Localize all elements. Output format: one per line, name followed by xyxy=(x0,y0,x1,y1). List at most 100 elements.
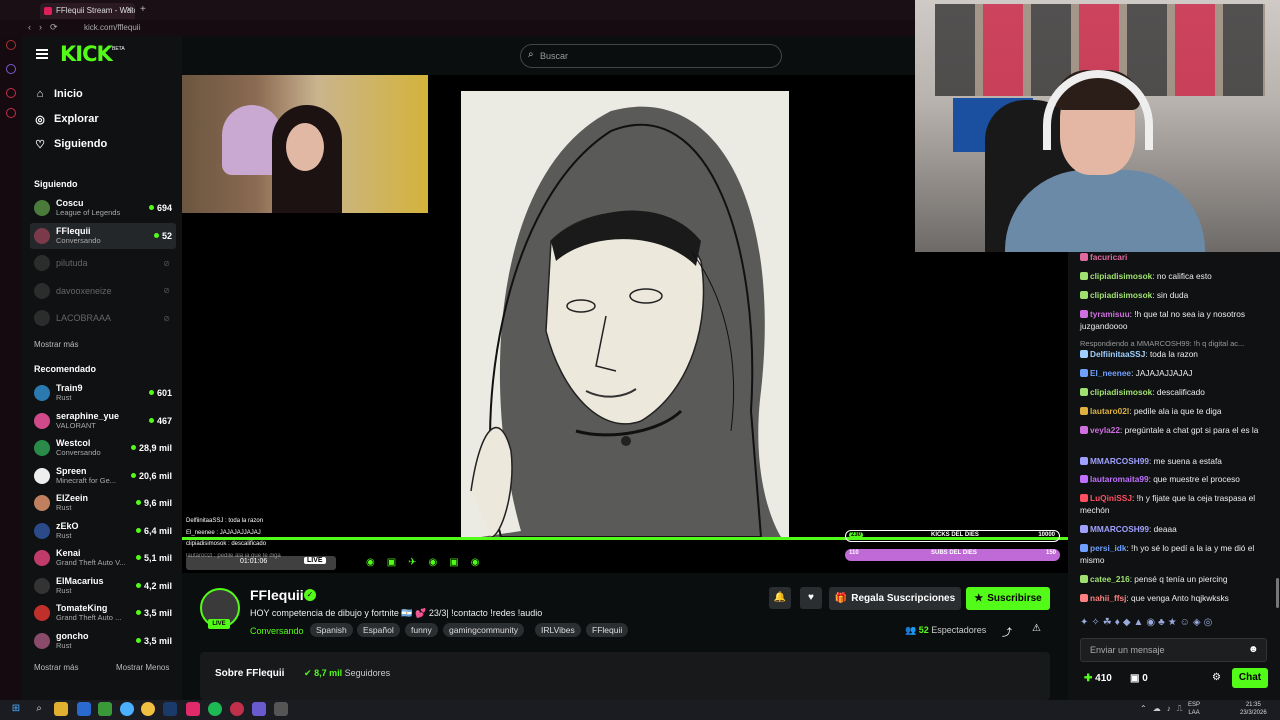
nav-explorar[interactable]: ◎ Explorar xyxy=(34,109,98,129)
chat-username[interactable]: tyramisuu xyxy=(1090,309,1130,319)
sidebar-channel-pilutuda[interactable]: pilutuda ⊘ xyxy=(30,250,176,276)
sidebar-channel-elzeein[interactable]: ElZeein Rust 9,6 mil xyxy=(30,490,176,516)
chat-username[interactable]: clipiadisimosok xyxy=(1090,290,1152,300)
sidebar-channel-coscu[interactable]: Coscu League of Legends 694 xyxy=(30,195,176,221)
points-value: 410 xyxy=(1095,673,1112,684)
sidebar-channel-train9[interactable]: Train9 Rust 601 xyxy=(30,380,176,406)
recommended-show-more[interactable]: Mostrar más xyxy=(34,663,78,672)
gift-count[interactable]: ▣ 0 xyxy=(1130,673,1148,684)
chat-username[interactable]: clipiadisimosok xyxy=(1090,271,1152,281)
sidebar-channel-elmacarius[interactable]: ElMacarius Rust 4,2 mil xyxy=(30,573,176,599)
channel-meta: Coscu League of Legends xyxy=(56,198,149,218)
chat-settings-icon[interactable]: ⚙ xyxy=(1212,672,1221,683)
taskbar-search-icon[interactable]: ⌕ xyxy=(32,702,46,716)
windows-start-icon[interactable]: ⊞ xyxy=(9,702,23,716)
sidebar-channel-kenai[interactable]: Kenai Grand Theft Auto V... 5,1 mil xyxy=(30,545,176,571)
channel-points[interactable]: ✚ 410 xyxy=(1084,673,1112,684)
sidebar-channel-fflequii[interactable]: FFlequii Conversando 52 xyxy=(30,222,176,249)
discord-icon[interactable] xyxy=(252,702,266,716)
nav-inicio[interactable]: ⌂ Inicio xyxy=(34,84,83,104)
nav-inicio-label: Inicio xyxy=(54,88,83,100)
offline-icon: ⊘ xyxy=(163,258,170,268)
chat-username[interactable]: MMARCOSH99 xyxy=(1090,524,1149,534)
new-tab-icon[interactable]: + xyxy=(140,4,146,15)
chat-username[interactable]: lautaro02l xyxy=(1090,406,1129,416)
chat-username[interactable]: MMARCOSH99 xyxy=(1090,456,1149,466)
emote-bar[interactable]: ✦✧☘♦◆▲◉♣★☺◈◎ xyxy=(1080,617,1215,628)
chat-username[interactable]: clipiadisimosok xyxy=(1090,387,1152,397)
browser-tab[interactable]: FFlequii Stream - Watch Li xyxy=(40,3,135,19)
chat-username[interactable]: persi_idk xyxy=(1090,543,1126,553)
kick-logo[interactable]: KICK xyxy=(60,42,113,66)
steam-icon[interactable] xyxy=(163,702,177,716)
system-tray-icons[interactable]: ⌃☁♪⎍ xyxy=(1140,704,1188,714)
chrome-icon[interactable] xyxy=(141,702,155,716)
tag-spanish[interactable]: Spanish xyxy=(310,623,353,637)
rail-shop-icon[interactable] xyxy=(6,40,16,50)
sidebar-channel-zeko[interactable]: zEkO Rust 6,4 mil xyxy=(30,518,176,544)
kicks-goal: 10000 xyxy=(1038,532,1055,538)
taskbar-app-icon[interactable] xyxy=(77,702,91,716)
tiktok-icon[interactable] xyxy=(186,702,200,716)
sidebar-channel-spreen[interactable]: Spreen Minecraft for Ge... 20,6 mil xyxy=(30,463,176,489)
search-input[interactable] xyxy=(540,45,770,67)
chat-username[interactable]: DelfiinitaaSSJ xyxy=(1090,349,1145,359)
edge-icon[interactable] xyxy=(120,702,134,716)
streamer-webcam xyxy=(915,0,1280,252)
chat-input[interactable] xyxy=(1090,640,1240,660)
browser-nav-icons[interactable]: ‹›⟳ xyxy=(28,22,66,33)
user-badge-icon xyxy=(1080,310,1088,318)
keyboard-language[interactable]: ESP LAA xyxy=(1188,701,1200,717)
tab-close-icon[interactable]: ✕ xyxy=(126,5,133,14)
sidebar-channel-seraphine-yue[interactable]: seraphine_yue VALORANT 467 xyxy=(30,408,176,434)
chat-message: lautaromaita99: que muestre el proceso xyxy=(1080,474,1272,486)
sidebar-channel-davooxeneize[interactable]: davooxeneize ⊘ xyxy=(30,278,176,304)
channel-name[interactable]: FFlequii xyxy=(250,587,304,603)
channel-viewer-count: 28,9 mil xyxy=(131,443,172,453)
rail-history-icon[interactable] xyxy=(6,88,16,98)
chat-username[interactable]: nahii_ffsj xyxy=(1090,593,1126,603)
url-field[interactable]: kick.com/fflequii xyxy=(84,23,140,32)
chat-username[interactable]: catee_216 xyxy=(1090,574,1130,584)
tag-irlvibes[interactable]: IRLVibes xyxy=(535,623,581,637)
chat-username[interactable]: El_neenee xyxy=(1090,368,1131,378)
sidebar-channel-lacobraaa[interactable]: LACOBRAAA ⊘ xyxy=(30,305,176,331)
rail-settings-icon[interactable] xyxy=(6,108,16,118)
tag-funny[interactable]: funny xyxy=(405,623,438,637)
sidebar-channel-goncho[interactable]: goncho Rust 3,5 mil xyxy=(30,628,176,654)
minecraft-icon[interactable] xyxy=(98,702,112,716)
chat-username[interactable]: facuricari xyxy=(1090,252,1127,262)
sidebar-channel-tomateking[interactable]: TomateKing Grand Theft Auto ... 3,5 mil xyxy=(30,600,176,626)
chat-username[interactable]: lautaromaita99 xyxy=(1090,474,1149,484)
gift-subs-button[interactable]: 🎁 Regala Suscripciones xyxy=(829,587,961,610)
chat-username[interactable]: LuQiniSSJ xyxy=(1090,493,1132,503)
follow-heart-icon[interactable]: ♥ xyxy=(800,587,822,609)
twitch-icon[interactable] xyxy=(6,64,16,74)
channel-category-label: Grand Theft Auto V... xyxy=(56,558,126,567)
share-icon[interactable]: ⤴ xyxy=(1002,624,1012,639)
tag-fflequii[interactable]: FFlequii xyxy=(586,623,629,637)
channel-viewer-count: 4,2 mil xyxy=(136,581,172,591)
menu-icon[interactable] xyxy=(36,49,48,59)
file-explorer-icon[interactable] xyxy=(54,702,68,716)
chat-scrollbar[interactable] xyxy=(1276,578,1279,608)
chat-username[interactable]: veyla22 xyxy=(1090,425,1120,435)
chat-send-button[interactable]: Chat xyxy=(1232,668,1268,688)
obs-icon[interactable] xyxy=(274,702,288,716)
sidebar-channel-westcol[interactable]: Westcol Conversando 28,9 mil xyxy=(30,435,176,461)
recommended-show-less[interactable]: Mostrar Menos xyxy=(116,663,169,672)
tag-gamingcommunity[interactable]: gamingcommunity xyxy=(443,623,524,637)
chat-message: El_neenee: JAJAJAJJAJAJ xyxy=(1080,368,1272,380)
overlay-live-badge: LIVE xyxy=(304,557,326,564)
subscribe-button[interactable]: ★ Suscribirse xyxy=(966,587,1050,610)
opera-taskbar-icon[interactable] xyxy=(230,702,244,716)
emoji-icon[interactable]: ☻ xyxy=(1248,644,1259,655)
notification-bell-icon[interactable]: 🔔 xyxy=(769,587,791,609)
following-show-more[interactable]: Mostrar más xyxy=(34,340,78,349)
report-icon[interactable]: ⚠ xyxy=(1032,623,1041,634)
nav-siguiendo[interactable]: ♡ Siguiendo xyxy=(34,134,107,154)
stream-category[interactable]: Conversando xyxy=(250,626,304,636)
tag-espanol[interactable]: Español xyxy=(357,623,400,637)
system-clock[interactable]: 21:35 23/3/2026 xyxy=(1240,701,1267,717)
spotify-icon[interactable] xyxy=(208,702,222,716)
